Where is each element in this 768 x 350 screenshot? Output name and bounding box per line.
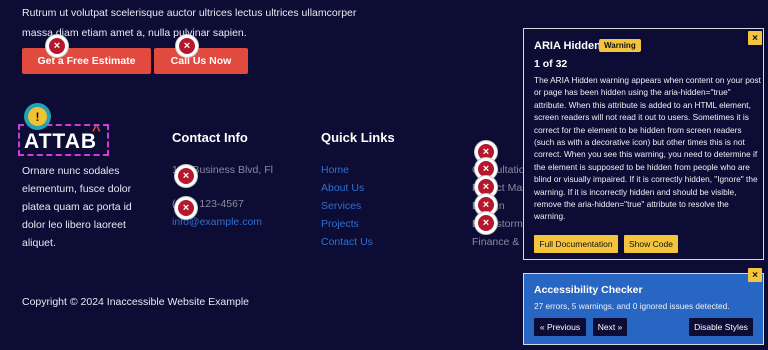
x-icon: ×: [478, 215, 494, 231]
error-marker-icon[interactable]: ×: [175, 197, 197, 219]
x-icon: ×: [178, 200, 194, 216]
full-documentation-button[interactable]: Full Documentation: [534, 235, 618, 253]
error-marker-icon[interactable]: ×: [176, 35, 198, 57]
previous-button[interactable]: « Previous: [534, 318, 586, 336]
quick-links-heading: Quick Links: [321, 130, 395, 145]
quick-link-home[interactable]: Home: [321, 164, 349, 176]
call-us-button[interactable]: Call Us Now: [154, 48, 248, 74]
issue-counter: 1 of 32: [534, 58, 568, 70]
x-icon: ×: [478, 161, 494, 177]
x-icon: ×: [478, 179, 494, 195]
error-marker-icon[interactable]: ×: [475, 212, 497, 234]
warning-marker-icon[interactable]: !: [24, 103, 51, 130]
logo-caret: ^: [92, 122, 101, 139]
copyright-text: Copyright © 2024 Inaccessible Website Ex…: [22, 296, 249, 308]
error-marker-icon[interactable]: ×: [175, 165, 197, 187]
disable-styles-button[interactable]: Disable Styles: [689, 318, 753, 336]
about-text: Ornare nunc sodales elementum, fusce dol…: [22, 165, 132, 249]
warning-badge: Warning: [599, 39, 641, 52]
accessibility-checker-panel: Accessibility Checker 27 errors, 5 warni…: [523, 268, 764, 345]
free-estimate-button[interactable]: Get a Free Estimate: [22, 48, 151, 74]
quick-link-contact[interactable]: Contact Us: [321, 236, 373, 248]
next-button[interactable]: Next »: [593, 318, 627, 336]
x-icon: ×: [178, 168, 194, 184]
quick-link-projects[interactable]: Projects: [321, 218, 359, 230]
x-icon: ×: [478, 197, 494, 213]
close-icon[interactable]: ×: [748, 31, 762, 45]
x-icon: ×: [179, 38, 195, 54]
close-icon[interactable]: ×: [748, 268, 762, 282]
checker-title: Accessibility Checker: [534, 284, 643, 296]
quick-link-about[interactable]: About Us: [321, 182, 364, 194]
logo-text: ATTAB: [24, 130, 98, 153]
intro-text: Rutrum ut volutpat scelerisque auctor ul…: [22, 7, 357, 39]
contact-info-heading: Contact Info: [172, 130, 248, 145]
x-icon: ×: [49, 38, 65, 54]
quick-link-services[interactable]: Services: [321, 200, 361, 212]
aria-hidden-panel: ARIA Hidden Warning 1 of 32 The ARIA Hid…: [523, 28, 764, 260]
aria-panel-title: ARIA Hidden: [534, 40, 601, 52]
show-code-button[interactable]: Show Code: [624, 235, 678, 253]
error-marker-icon[interactable]: ×: [46, 35, 68, 57]
aria-panel-description: The ARIA Hidden warning appears when con…: [534, 75, 761, 222]
warning-triangle-icon: !: [28, 107, 47, 126]
checker-summary: 27 errors, 5 warnings, and 0 ignored iss…: [534, 301, 730, 311]
